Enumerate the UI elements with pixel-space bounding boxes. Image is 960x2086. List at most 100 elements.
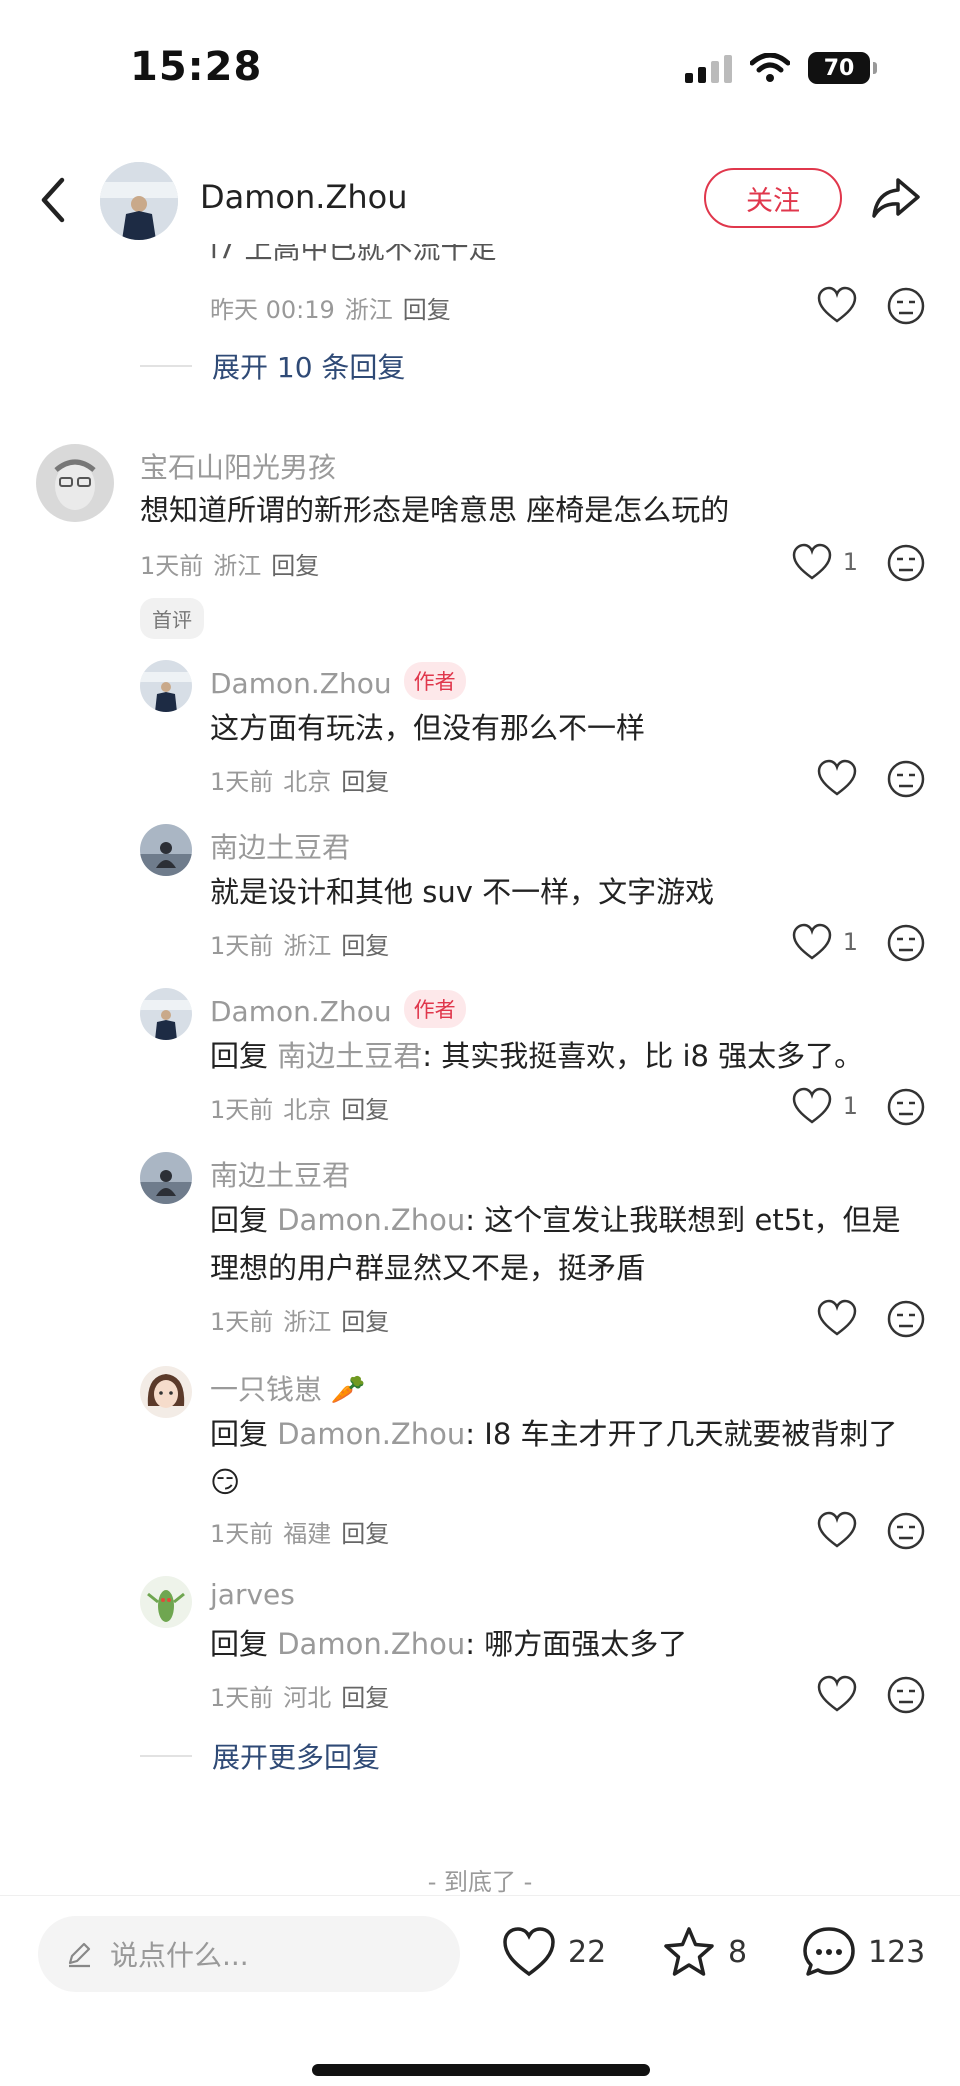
reply-meta: 1天前 河北 回复: [210, 1684, 390, 1712]
follow-button[interactable]: 关注: [704, 168, 842, 228]
mentioned-user[interactable]: Damon.Zhou: [277, 1417, 465, 1451]
like-button[interactable]: 1: [791, 1087, 858, 1125]
heart-icon: [792, 1087, 831, 1124]
like-button[interactable]: 1: [791, 923, 858, 961]
status-icons: 70: [685, 52, 877, 84]
reply-text: 这方面有玩法，但没有那么不一样: [210, 711, 646, 745]
battery-indicator: 70: [808, 52, 877, 84]
comment-meta: 昨天 00:19 浙江 回复: [210, 296, 451, 324]
avatar[interactable]: [140, 824, 192, 876]
avatar[interactable]: [140, 1366, 192, 1418]
like-button[interactable]: [816, 1675, 858, 1713]
reply-link[interactable]: 回复: [341, 1096, 389, 1124]
like-button[interactable]: [816, 1299, 858, 1337]
reply-link[interactable]: 回复: [341, 932, 389, 960]
reply-username[interactable]: 一只钱崽 🥕: [210, 1368, 366, 1408]
like-count: 22: [568, 1934, 607, 1970]
expand-more-replies[interactable]: 展开更多回复: [140, 1736, 380, 1776]
reply-link[interactable]: 回复: [341, 1684, 389, 1712]
reply-meta: 1天前 浙江 回复: [210, 1308, 390, 1336]
reply-text: 回复 Damon.Zhou: 这个宣发让我联想到 et5t，但是理想的用户群显然…: [210, 1203, 901, 1285]
comment-meta: 1天前 浙江 回复: [140, 552, 320, 580]
heart-icon: [792, 543, 831, 580]
avatar[interactable]: [140, 660, 192, 712]
like-count: 1: [842, 928, 858, 956]
expand-replies[interactable]: 展开 10 条回复: [140, 346, 405, 386]
comment-username[interactable]: 宝石山阳光男孩: [140, 446, 336, 486]
first-comment-badge: 首评: [140, 598, 204, 639]
reply-text: 回复 Damon.Zhou: I8 车主才开了几天就要被背刺了 😏: [210, 1417, 898, 1499]
avatar[interactable]: [140, 988, 192, 1040]
author-badge: 作者: [403, 662, 466, 700]
reply-link[interactable]: 回复: [403, 296, 451, 324]
reply-text: 回复 南边土豆君: 其实我挺喜欢，比 i8 强太多了。: [210, 1039, 864, 1073]
author-name[interactable]: Damon.Zhou: [200, 178, 408, 216]
like-button[interactable]: [816, 759, 858, 797]
reply-meta: 1天前 北京 回复: [210, 1096, 390, 1124]
status-time: 15:28: [130, 44, 263, 90]
heart-icon: [817, 1511, 857, 1548]
mentioned-user[interactable]: Damon.Zhou: [277, 1203, 465, 1237]
comment-input-placeholder[interactable]: 说点什么...: [110, 1934, 249, 1974]
reply-link[interactable]: 回复: [341, 768, 389, 796]
like-post-button[interactable]: 22: [500, 1924, 606, 1980]
mentioned-user[interactable]: Damon.Zhou: [277, 1627, 465, 1661]
emoji-reaction-icon[interactable]: [886, 923, 926, 963]
reply-meta: 1天前 福建 回复: [210, 1520, 390, 1548]
bottom-bar: 说点什么... 22 8 123: [0, 1895, 960, 2086]
heart-icon: [792, 923, 831, 960]
author-avatar[interactable]: [100, 162, 178, 240]
expand-replies-label[interactable]: 展开 10 条回复: [212, 346, 405, 386]
reply-text: 就是设计和其他 suv 不一样，文字游戏: [210, 875, 715, 909]
avatar[interactable]: [140, 1576, 192, 1628]
cellular-signal-icon: [685, 53, 732, 83]
heart-icon: [817, 286, 857, 323]
like-button[interactable]: [816, 1511, 858, 1549]
top-nav: Damon.Zhou 关注: [0, 150, 960, 250]
home-indicator: [312, 2064, 650, 2076]
reply-text: 回复 Damon.Zhou: 哪方面强太多了: [210, 1627, 688, 1661]
avatar[interactable]: [36, 444, 114, 522]
collect-count: 8: [728, 1934, 748, 1970]
like-button[interactable]: 1: [791, 543, 858, 581]
reply-meta: 1天前 北京 回复: [210, 768, 390, 796]
avatar[interactable]: [140, 1152, 192, 1204]
wifi-icon: [750, 53, 790, 82]
like-button[interactable]: [816, 286, 858, 324]
reply-username[interactable]: Damon.Zhou 作者: [210, 990, 466, 1028]
heart-icon: [503, 1927, 555, 1977]
reply-link[interactable]: 回复: [341, 1520, 389, 1548]
comment-text: 想知道所谓的新形态是啥意思 座椅是怎么玩的: [140, 493, 730, 527]
share-icon[interactable]: [868, 170, 924, 226]
like-count: 1: [842, 1092, 858, 1120]
emoji-reaction-icon[interactable]: [886, 286, 926, 326]
reply-link[interactable]: 回复: [271, 552, 319, 580]
back-arrow-icon[interactable]: [30, 172, 78, 228]
collect-button[interactable]: 8: [660, 1924, 747, 1980]
star-icon: [664, 1927, 714, 1976]
author-badge: 作者: [403, 990, 466, 1028]
reply-link[interactable]: 回复: [341, 1308, 389, 1336]
sticker-emoji-icon: 😏: [210, 1465, 241, 1499]
like-count: 1: [842, 548, 858, 576]
reply-username[interactable]: 南边土豆君: [210, 826, 350, 866]
carrot-emoji-icon: 🥕: [330, 1373, 366, 1406]
comments-button[interactable]: 123: [800, 1924, 925, 1980]
expand-more-label[interactable]: 展开更多回复: [212, 1736, 380, 1776]
status-bar: 15:28 70: [0, 0, 960, 140]
comment-input[interactable]: 说点什么...: [38, 1916, 460, 1992]
emoji-reaction-icon[interactable]: [886, 1511, 926, 1551]
emoji-reaction-icon[interactable]: [886, 1087, 926, 1127]
emoji-reaction-icon[interactable]: [886, 1675, 926, 1715]
clipped-comment-text: i7 上高中已就不流十足: [210, 244, 497, 262]
reply-username[interactable]: Damon.Zhou 作者: [210, 662, 466, 700]
pencil-icon: [68, 1942, 91, 1968]
reply-username[interactable]: jarves: [210, 1578, 295, 1611]
emoji-reaction-icon[interactable]: [886, 759, 926, 799]
emoji-reaction-icon[interactable]: [886, 543, 926, 583]
reply-username[interactable]: 南边土豆君: [210, 1154, 350, 1194]
mentioned-user[interactable]: 南边土豆君: [277, 1039, 422, 1073]
comment-count: 123: [868, 1934, 926, 1970]
emoji-reaction-icon[interactable]: [886, 1299, 926, 1339]
heart-icon: [817, 759, 857, 796]
